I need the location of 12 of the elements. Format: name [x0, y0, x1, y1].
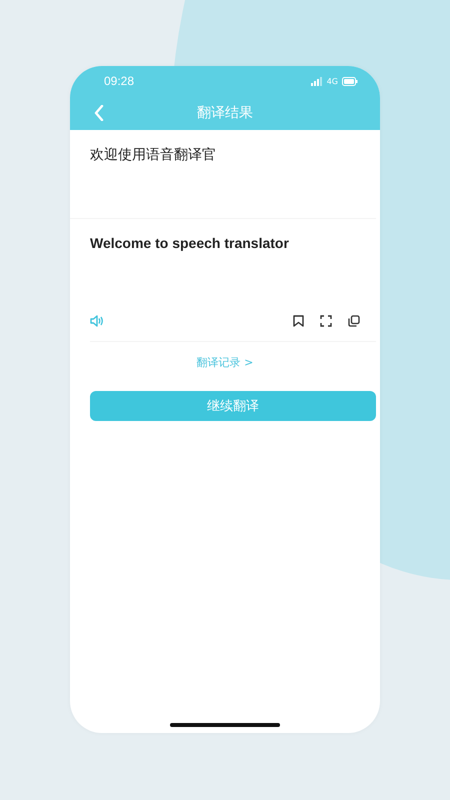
network-label: 4G [326, 76, 338, 86]
bookmark-icon[interactable] [293, 315, 304, 327]
copy-icon[interactable] [348, 315, 360, 327]
screen-title: 翻译结果 [197, 104, 253, 122]
history-link[interactable]: 翻译记录 > [196, 355, 254, 370]
status-time: 09:28 [104, 74, 134, 88]
translated-text: Welcome to speech translator [90, 234, 290, 253]
continue-button[interactable]: 继续翻译 [90, 391, 376, 421]
source-text: 欢迎使用语音翻译官 [90, 146, 217, 165]
battery-icon [342, 76, 358, 86]
signal-icon [310, 76, 323, 86]
fullscreen-icon[interactable] [320, 315, 332, 327]
